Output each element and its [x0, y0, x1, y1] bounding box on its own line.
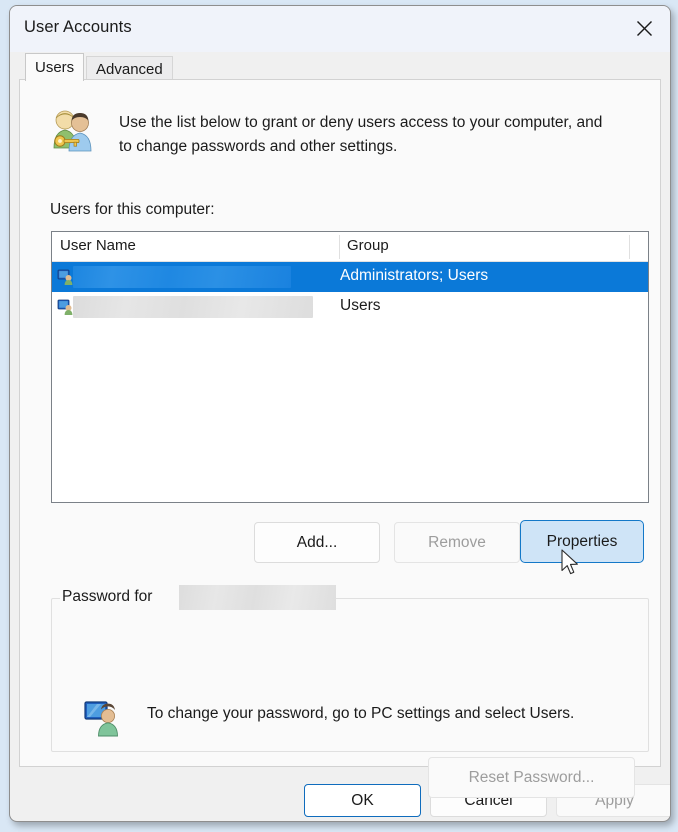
properties-button[interactable]: Properties: [520, 520, 644, 563]
column-header-user-name[interactable]: User Name: [60, 237, 136, 254]
users-list-label: Users for this computer:: [50, 201, 215, 218]
reset-password-button-label: Reset Password...: [468, 768, 595, 786]
password-description: To change your password, go to PC settin…: [147, 705, 575, 722]
tab-users[interactable]: Users: [25, 53, 85, 81]
tab-advanced[interactable]: Advanced: [86, 56, 173, 81]
user-group: Administrators; Users: [340, 267, 489, 284]
ok-button-label: OK: [351, 791, 374, 809]
tab-users-label: Users: [35, 59, 75, 76]
password-group-legend: Password for: [62, 588, 156, 606]
title-bar: User Accounts: [10, 6, 670, 52]
tab-advanced-label: Advanced: [96, 60, 163, 78]
user-monitor-icon: [83, 698, 123, 738]
screen: User Accounts Users Advanced Use the lis…: [0, 0, 678, 832]
tab-strip: Users Advanced: [19, 52, 661, 81]
table-row[interactable]: Administrators; Users: [52, 262, 648, 292]
table-row[interactable]: Users: [52, 292, 648, 322]
user-accounts-dialog: User Accounts Users Advanced Use the lis…: [9, 5, 671, 822]
user-name-redacted: [73, 266, 291, 288]
two-users-key-icon: [47, 106, 97, 156]
close-icon[interactable]: [618, 6, 670, 50]
remove-button-label: Remove: [428, 533, 486, 551]
user-group: Users: [340, 297, 381, 314]
intro-text: Use the list below to grant or deny user…: [119, 114, 603, 155]
users-tab-panel: Use the list below to grant or deny user…: [19, 79, 661, 798]
users-list[interactable]: User Name Group Administrators; Users Us…: [51, 231, 649, 503]
reset-password-button: Reset Password...: [428, 757, 635, 798]
add-button[interactable]: Add...: [254, 522, 380, 563]
password-group-user-redacted: [179, 585, 336, 610]
properties-button-label: Properties: [546, 532, 618, 550]
remove-button: Remove: [394, 522, 520, 563]
users-list-header: User Name Group: [52, 232, 648, 262]
user-name-redacted: [73, 296, 313, 318]
password-group-box: [51, 598, 649, 752]
ok-button[interactable]: OK: [304, 784, 421, 817]
add-button-label: Add...: [296, 533, 338, 551]
column-header-group[interactable]: Group: [347, 237, 389, 254]
window-title: User Accounts: [24, 18, 132, 36]
